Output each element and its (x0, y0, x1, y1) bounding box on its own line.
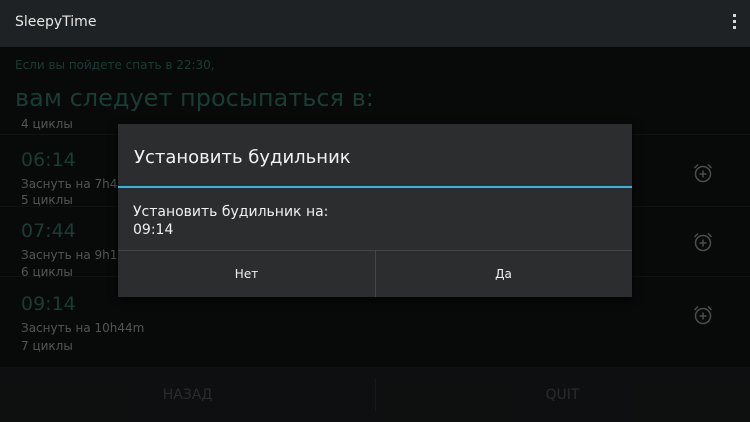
set-alarm-dialog: Установить будильник Установить будильни… (118, 124, 632, 297)
dialog-alarm-time: 09:14 (133, 222, 174, 238)
yes-button[interactable]: Да (375, 251, 632, 297)
dialog-title-divider (118, 186, 632, 188)
app-title: SleepyTime (15, 14, 97, 30)
screen: SleepyTime Если вы пойдете спать в 22:30… (0, 0, 750, 422)
dialog-title: Установить будильник (134, 147, 351, 168)
overflow-menu-icon[interactable] (728, 12, 740, 34)
dialog-message: Установить будильник на: (133, 204, 329, 220)
dialog-button-bar: Нет Да (118, 250, 632, 297)
action-bar: SleepyTime (0, 0, 750, 47)
no-button[interactable]: Нет (118, 251, 375, 297)
